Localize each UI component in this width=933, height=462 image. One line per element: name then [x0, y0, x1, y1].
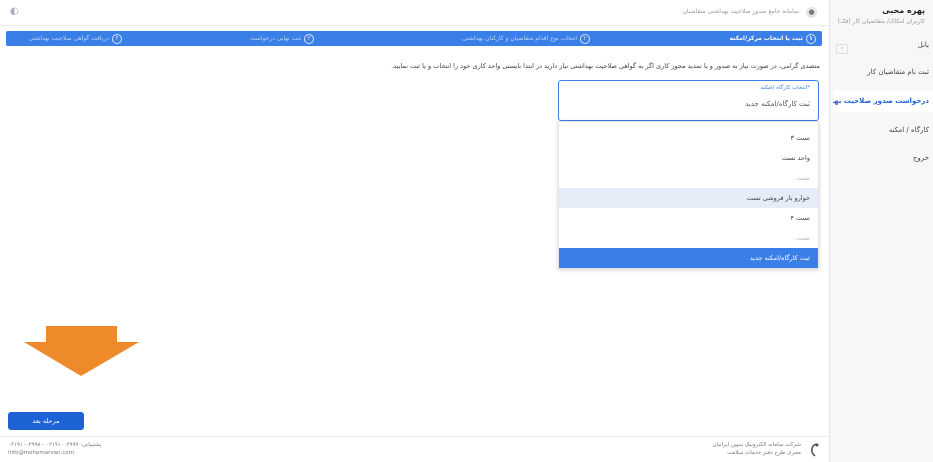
bell-icon[interactable]: ●: [806, 7, 817, 18]
next-step-button[interactable]: مرحله بعد: [8, 412, 84, 430]
dropdown-option[interactable]: خوارو بار فروشی تست: [559, 188, 818, 208]
company-sub: مجری طرح دفتر خدمات سلامت: [727, 450, 801, 456]
sidebar-item-register[interactable]: ثبت نام متقاضیان کار: [833, 68, 933, 76]
arrow-down-icon: [24, 326, 139, 376]
user-info: پهره محبی کاربران امکاک/ متقاضیان کار (ف…: [838, 6, 925, 25]
support-phone: پشتیبانی: ۰۲۱۹۱۰۰۲۹۹۹ - ۰۲۱۹۱۰۰۲۹۹۸: [8, 442, 102, 448]
step-number: ۳: [304, 33, 314, 44]
dropdown-option-new[interactable]: ثبت کارگاه/امکنه جدید: [559, 248, 818, 268]
sidebar-item-workshop[interactable]: کارگاه / امکنه: [833, 126, 933, 134]
top-header: ◐ سامانه جامع صدور صلاحیت بهداشتی متقاضی…: [0, 0, 829, 26]
step-label: دریافت گواهی صلاحیت بهداشتی: [28, 35, 109, 42]
step-label: ثبت نهایی درخواست: [249, 35, 301, 42]
footer-company: شرکت سامانه الکترونیک سپین ایرانیان مجری…: [713, 441, 801, 457]
company-name: شرکت سامانه الکترونیک سپین ایرانیان: [712, 442, 801, 448]
step-2[interactable]: ۲ انتخاب نوع اقدام متقاضیان و کارکنان به…: [462, 31, 590, 46]
support-email[interactable]: info@mohemarvan.com: [8, 449, 101, 457]
step-4[interactable]: ۴ دریافت گواهی صلاحیت بهداشتی: [28, 31, 122, 46]
step-label: انتخاب نوع اقدام متقاضیان و کارکنان بهدا…: [462, 35, 577, 42]
dropdown-option[interactable]: تست ۴: [559, 208, 818, 228]
footer: پشتیبانی: ۰۲۱۹۱۰۰۲۹۹۹ - ۰۲۱۹۱۰۰۲۹۹۸ info…: [0, 436, 829, 462]
dropdown-option[interactable]: تست: [559, 168, 818, 188]
step-3[interactable]: ۳ ثبت نهایی درخواست: [250, 31, 314, 46]
sidebar-item-dashboard[interactable]: پانل: [833, 41, 933, 49]
wizard-steps: ۱ ثبت یا انتخاب مرکز/امکنه ۲ انتخاب نوع …: [6, 31, 822, 46]
header-breadcrumb: سامانه جامع صدور صلاحیت بهداشتی متقاضیان: [682, 8, 799, 15]
select-value: ثبت کارگاه/امکنه جدید: [745, 100, 810, 108]
sidebar-item-logout[interactable]: خروج: [833, 154, 933, 162]
step-number: ۲: [580, 33, 590, 44]
dropdown-option[interactable]: تست ۳: [559, 128, 818, 148]
dropdown-option[interactable]: تست: [559, 228, 818, 248]
dropdown-option[interactable]: واحد تست: [559, 148, 818, 168]
step-number: ۱: [806, 33, 816, 44]
step-number: ۴: [112, 33, 122, 44]
workshop-select[interactable]: *انتخاب کارگاه /امکنه ثبت کارگاه/امکنه ج…: [558, 80, 819, 121]
user-name: پهره محبی: [882, 6, 925, 15]
user-role: کاربران امکاک/ متقاضیان کار (فک): [837, 18, 925, 25]
company-logo-icon: [811, 443, 819, 457]
notice-text: متصدی گرامی، در صورت نیاز به صدور و یا ت…: [391, 62, 820, 70]
sidebar-item-health-request[interactable]: درخواست صدور صلاحیت بهداشتی: [833, 90, 933, 112]
workshop-dropdown: تست ۳ واحد تست تست خوارو بار فروشی تست ت…: [558, 121, 819, 269]
footer-support: پشتیبانی: ۰۲۱۹۱۰۰۲۹۹۹ - ۰۲۱۹۱۰۰۲۹۹۸ info…: [8, 441, 101, 457]
step-label: ثبت یا انتخاب مرکز/امکنه: [729, 35, 803, 42]
select-label: *انتخاب کارگاه /امکنه: [760, 85, 810, 91]
menu-toggle-icon[interactable]: ◐: [10, 6, 19, 17]
sidebar: پهره محبی کاربران امکاک/ متقاضیان کار (ف…: [829, 0, 933, 462]
step-1[interactable]: ۱ ثبت یا انتخاب مرکز/امکنه: [730, 31, 816, 46]
